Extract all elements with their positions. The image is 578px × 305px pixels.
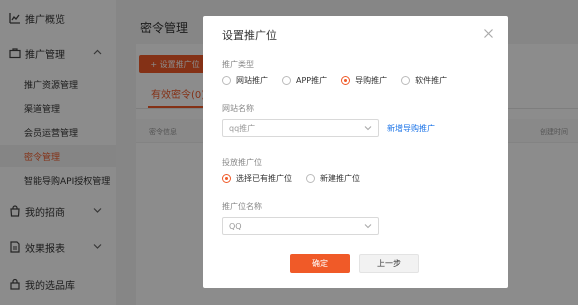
radio-existing-position[interactable]: 选择已有推广位 bbox=[222, 173, 292, 184]
previous-step-button[interactable]: 上一步 bbox=[359, 254, 419, 273]
radio-label: 网站推广 bbox=[236, 76, 268, 85]
confirm-button[interactable]: 确定 bbox=[290, 254, 350, 273]
radio-label: APP推广 bbox=[296, 76, 328, 85]
radio-app[interactable]: APP推广 bbox=[282, 75, 327, 86]
chevron-down-icon bbox=[364, 124, 372, 132]
select-value: qq推广 bbox=[229, 123, 256, 133]
radio-dot bbox=[306, 174, 315, 183]
promo-type-label: 推广类型 bbox=[222, 60, 254, 69]
radio-label: 导购推广 bbox=[355, 76, 388, 85]
select-value: QQ bbox=[229, 221, 242, 231]
radio-software[interactable]: 软件推广 bbox=[401, 75, 447, 86]
radio-dot bbox=[222, 174, 231, 183]
close-icon[interactable] bbox=[483, 28, 494, 39]
promo-type-radio-group: 网站推广 APP推广 导购推广 软件推广 bbox=[222, 75, 461, 86]
radio-shopping-guide[interactable]: 导购推广 bbox=[341, 75, 387, 86]
position-name-label: 推广位名称 bbox=[222, 202, 262, 211]
site-name-label: 网站名称 bbox=[222, 104, 254, 113]
radio-dot bbox=[341, 76, 351, 85]
radio-label: 选择已有推广位 bbox=[236, 174, 292, 183]
site-name-select[interactable]: qq推广 bbox=[222, 119, 379, 137]
radio-label: 软件推广 bbox=[415, 76, 448, 85]
modal-title: 设置推广位 bbox=[222, 29, 277, 42]
radio-dot bbox=[282, 76, 291, 85]
set-position-modal: 设置推广位 推广类型 网站推广 APP推广 导购推广 软件推广 网站名称 qq推… bbox=[203, 16, 508, 288]
position-name-select[interactable]: QQ bbox=[222, 217, 379, 235]
radio-new-position[interactable]: 新建推广位 bbox=[306, 173, 360, 184]
placement-label: 投放推广位 bbox=[222, 158, 262, 167]
radio-dot bbox=[401, 76, 411, 85]
chevron-down-icon bbox=[364, 222, 372, 230]
radio-label: 新建推广位 bbox=[320, 174, 360, 183]
radio-website[interactable]: 网站推广 bbox=[222, 75, 268, 86]
add-guide-promo-link[interactable]: 新增导购推广 bbox=[387, 123, 435, 134]
radio-dot bbox=[222, 76, 231, 85]
placement-radio-group: 选择已有推广位 新建推广位 bbox=[222, 173, 374, 184]
